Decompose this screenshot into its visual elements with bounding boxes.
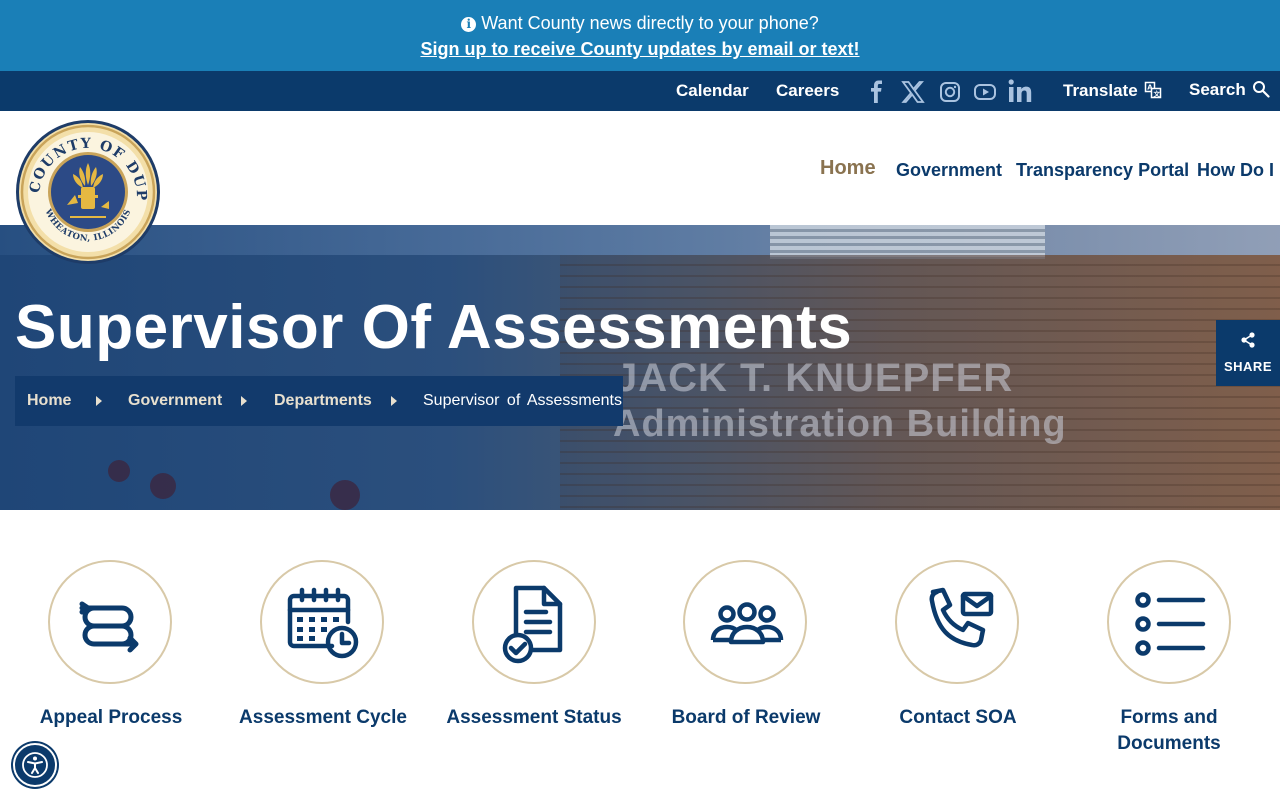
hero-berry <box>330 480 360 510</box>
translate-label: Translate <box>1063 81 1138 100</box>
page-title: Supervisor Of Assessments <box>15 293 853 362</box>
quick-link-label[interactable]: Contact SOA <box>868 705 1048 731</box>
alert-signup-link-row: Sign up to receive County updates by ema… <box>0 38 1280 60</box>
breadcrumb-separator-icon <box>241 396 247 406</box>
nav-government[interactable]: Government <box>896 159 1002 181</box>
hero-berry <box>150 473 176 499</box>
search-label: Search <box>1189 80 1246 99</box>
alert-banner: i Want County news directly to your phone… <box>0 0 1280 71</box>
quick-link-label[interactable]: Board of Review <box>656 705 836 731</box>
share-button[interactable]: SHARE <box>1216 320 1280 386</box>
svg-text:A: A <box>1147 84 1153 92</box>
translate-icon: A 文 <box>1144 81 1161 99</box>
hero-sky <box>0 225 1280 255</box>
quick-link-label[interactable]: Forms and Documents <box>1079 705 1259 757</box>
quick-link-circle[interactable] <box>472 560 596 684</box>
quick-link-circle[interactable] <box>1107 560 1231 684</box>
accessibility-button[interactable] <box>13 743 57 787</box>
translate-link[interactable]: Translate A 文 <box>1063 81 1162 101</box>
document-check-icon <box>502 585 563 664</box>
quick-link-circle[interactable] <box>895 560 1019 684</box>
breadcrumb-separator-icon <box>96 396 102 406</box>
breadcrumb-home[interactable]: Home <box>27 391 71 411</box>
youtube-icon[interactable] <box>972 79 998 105</box>
nav-transparency-portal[interactable]: Transparency Portal <box>1016 159 1189 181</box>
breadcrumb-separator-icon <box>391 396 397 406</box>
share-icon <box>1241 332 1255 348</box>
alert-signup-link[interactable]: Sign up to receive County updates by ema… <box>420 39 859 59</box>
hero-berry <box>108 460 130 482</box>
alert-message-row: i Want County news directly to your phone… <box>0 12 1280 34</box>
quick-link-label[interactable]: Appeal Process <box>21 705 201 731</box>
hero-building-vent <box>770 225 1045 259</box>
svg-text:文: 文 <box>1152 89 1160 98</box>
quick-link-circle[interactable] <box>48 560 172 684</box>
quick-link-circle[interactable] <box>260 560 384 684</box>
instagram-icon[interactable] <box>937 79 963 105</box>
calendar-clock-icon <box>287 587 359 659</box>
search-link[interactable]: Search <box>1189 80 1270 100</box>
alert-message: Want County news directly to your phone? <box>481 13 819 33</box>
nav-how-do-i[interactable]: How Do I <box>1197 159 1280 181</box>
dupage-county-seal-logo[interactable]: THE COUNTY OF DUPAGE WHEATON, ILLINOIS <box>15 119 161 265</box>
search-icon <box>1252 81 1270 98</box>
x-icon[interactable] <box>900 79 926 105</box>
quick-link-label[interactable]: Assessment Status <box>444 705 624 731</box>
accessibility-icon <box>22 752 48 778</box>
quick-link-label[interactable]: Assessment Cycle <box>233 705 413 731</box>
nav-home[interactable]: Home <box>820 157 876 179</box>
hero-building-sign: JACK T. KNUEPFER Administration Building <box>613 355 1067 447</box>
process-flow-icon <box>79 601 139 653</box>
hero-building-sign-line2: Administration Building <box>613 403 1067 445</box>
facebook-icon[interactable] <box>864 79 890 105</box>
breadcrumb-government[interactable]: Government <box>128 391 222 411</box>
phone-mail-icon <box>929 587 994 648</box>
list-icon <box>1135 592 1206 656</box>
careers-link[interactable]: Careers <box>776 81 839 101</box>
breadcrumb-departments[interactable]: Departments <box>274 391 372 411</box>
info-icon: i <box>461 17 477 32</box>
breadcrumb: Home Government Departments Supervisor o… <box>15 376 623 426</box>
linkedin-icon[interactable] <box>1007 77 1035 105</box>
breadcrumb-current: Supervisor of Assessments <box>423 392 622 409</box>
calendar-link[interactable]: Calendar <box>676 81 749 101</box>
group-icon <box>710 602 784 645</box>
share-label: SHARE <box>1223 359 1272 374</box>
quick-link-circle[interactable] <box>683 560 807 684</box>
